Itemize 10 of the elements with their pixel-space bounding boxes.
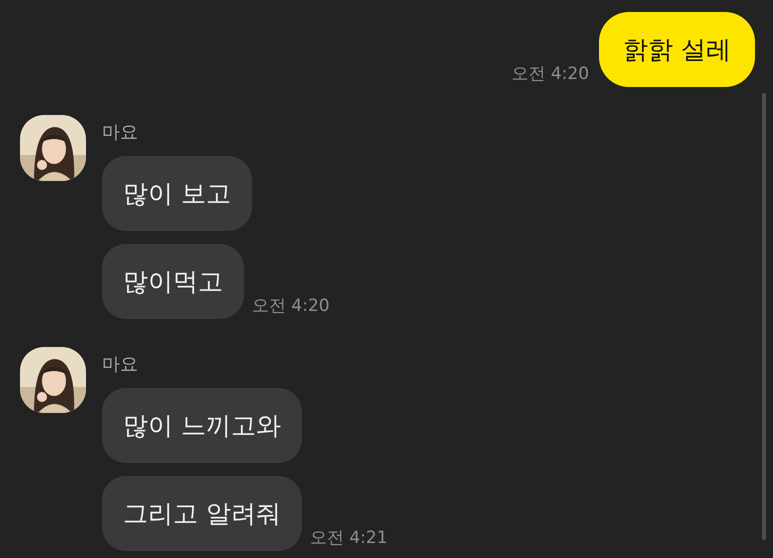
received-message-bubble: 많이 보고 xyxy=(102,156,252,231)
sent-message-bubble: 핡핡 설레 xyxy=(599,12,755,87)
sender-name: 마요 xyxy=(102,353,139,376)
message-time: 오전 4:20 xyxy=(511,63,590,85)
message-time: 오전 4:20 xyxy=(252,295,330,317)
received-message-bubble: 그리고 알려줘 xyxy=(102,476,302,551)
message-time: 오전 4:21 xyxy=(310,527,388,549)
received-message-bubble: 많이 느끼고와 xyxy=(102,388,302,463)
received-message-bubble: 많이먹고 xyxy=(102,244,244,319)
sender-name: 마요 xyxy=(102,121,139,144)
